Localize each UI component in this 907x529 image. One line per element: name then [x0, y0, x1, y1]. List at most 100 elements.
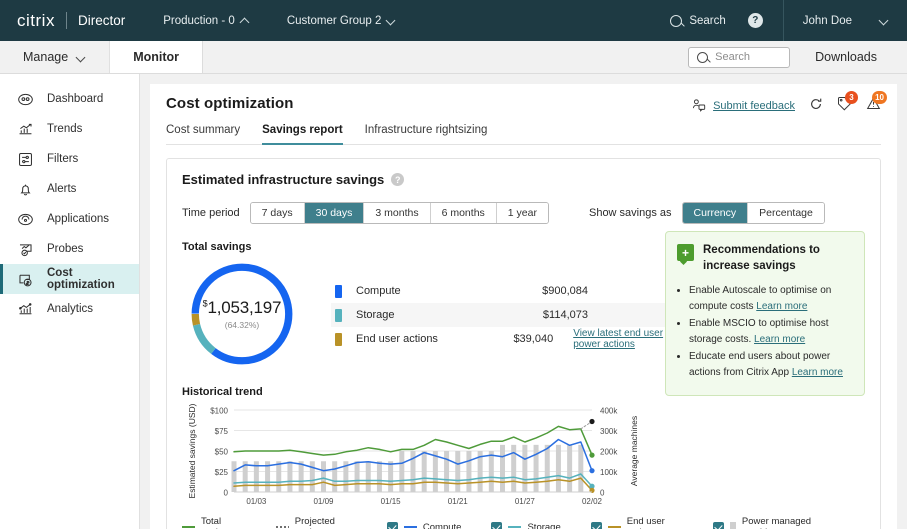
gauge-icon	[17, 91, 34, 108]
time-period-3-months[interactable]: 3 months	[364, 203, 430, 223]
legend-swatch-storage	[335, 309, 342, 322]
legend-swatch-end-user-actions	[335, 333, 342, 346]
time-period-6-months[interactable]: 6 months	[431, 203, 497, 223]
svg-text:02/02: 02/02	[582, 497, 603, 506]
learn-more-link[interactable]: Learn more	[792, 367, 843, 378]
sub-nav-bar: Manage Monitor Search Downloads	[0, 41, 907, 74]
savings-donut-chart: $1,053,197 (64.32%)	[187, 259, 297, 369]
learn-more-link[interactable]: Learn more	[754, 334, 805, 345]
recommendation-bulb-icon: +	[677, 244, 694, 261]
sub-nav-right: Search Downloads	[688, 41, 907, 73]
svg-text:0: 0	[224, 489, 229, 498]
view-power-actions-link[interactable]: View latest end user power actions	[573, 328, 669, 350]
sidebar-item-label: Analytics	[47, 303, 93, 315]
card-controls: Time period 7 days 30 days 3 months 6 mo…	[182, 202, 865, 224]
table-row: Compute $900,084	[331, 279, 686, 303]
search-input[interactable]: Search	[688, 47, 790, 68]
svg-text:01/27: 01/27	[515, 497, 536, 506]
legend-bar-icon	[730, 522, 736, 529]
time-period-30-days[interactable]: 30 days	[305, 203, 365, 223]
sidebar-item-dashboard[interactable]: Dashboard	[0, 84, 139, 114]
sidebar-item-filters[interactable]: Filters	[0, 144, 139, 174]
sidebar-item-cost-optimization[interactable]: Cost optimization	[0, 264, 139, 294]
global-search-label: Search	[689, 15, 725, 27]
show-savings-segmented-control: Currency Percentage	[682, 202, 825, 224]
time-period-segmented-control: 7 days 30 days 3 months 6 months 1 year	[250, 202, 549, 224]
svg-text:01/15: 01/15	[381, 497, 402, 506]
breakdown-value: $900,084	[496, 285, 588, 297]
sidebar-item-label: Filters	[47, 153, 78, 165]
savings-breakdown-table: Compute $900,084 Storage $114,073 End us…	[331, 279, 686, 369]
svg-text:200k: 200k	[600, 448, 618, 457]
legend-label: Total savings	[201, 516, 246, 529]
chevron-up-icon	[241, 16, 250, 25]
person-feedback-icon	[692, 98, 706, 115]
checkbox-icon[interactable]	[387, 522, 398, 529]
sidebar-item-probes[interactable]: Probes	[0, 234, 139, 264]
filters-icon	[17, 151, 34, 168]
checkbox-icon[interactable]	[713, 522, 724, 529]
body: Dashboard Trends Filters	[0, 74, 907, 529]
help-icon[interactable]: ?	[748, 13, 763, 28]
learn-more-link[interactable]: Learn more	[756, 301, 807, 312]
checkbox-icon[interactable]	[591, 522, 602, 529]
sidebar-item-alerts[interactable]: Alerts	[0, 174, 139, 204]
table-row: End user actions $39,040 View latest end…	[331, 327, 686, 351]
legend-end-user-actions[interactable]: End user actions	[591, 516, 683, 529]
global-search-button[interactable]: Search	[670, 15, 725, 27]
checkbox-icon[interactable]	[491, 522, 502, 529]
tag-notification-icon[interactable]: 3	[837, 96, 852, 116]
time-period-7-days[interactable]: 7 days	[251, 203, 305, 223]
show-savings-currency[interactable]: Currency	[683, 203, 749, 223]
legend-storage[interactable]: Storage	[491, 522, 560, 529]
submit-feedback-link[interactable]: Submit feedback	[692, 98, 795, 115]
time-period-1-year[interactable]: 1 year	[497, 203, 548, 223]
analytics-icon	[17, 301, 34, 318]
tab-monitor[interactable]: Monitor	[110, 41, 203, 73]
tab-manage[interactable]: Manage	[0, 41, 110, 73]
refresh-icon[interactable]	[809, 97, 823, 116]
alert-warning-icon[interactable]: 10	[866, 96, 881, 116]
chevron-down-icon	[387, 16, 396, 25]
breakdown-name: End user actions	[356, 333, 496, 345]
legend-power-managed-machines[interactable]: Power managed machines	[713, 516, 835, 529]
tab-cost-summary[interactable]: Cost summary	[166, 124, 240, 145]
legend-compute[interactable]: Compute	[387, 522, 462, 529]
customer-group-selector[interactable]: Customer Group 2	[287, 15, 397, 27]
legend-label: End user actions	[627, 516, 683, 529]
help-icon[interactable]: ?	[391, 173, 404, 186]
downloads-button[interactable]: Downloads	[795, 50, 897, 64]
svg-text:400k: 400k	[600, 407, 618, 416]
alert-badge-count: 10	[872, 91, 887, 104]
tab-manage-label: Manage	[23, 50, 68, 64]
site-selector[interactable]: Production - 0	[163, 15, 250, 27]
donut-svg	[187, 259, 297, 369]
customer-group-label: Customer Group 2	[287, 15, 382, 27]
legend-line-icon	[404, 526, 417, 528]
sidebar-item-trends[interactable]: Trends	[0, 114, 139, 144]
page-header-actions: Submit feedback 3	[692, 96, 881, 116]
sidebar-item-analytics[interactable]: Analytics	[0, 294, 139, 324]
citrix-logo: citrix	[17, 11, 55, 31]
time-period-label: Time period	[182, 207, 240, 219]
tab-savings-report[interactable]: Savings report	[262, 124, 343, 145]
legend-line-icon	[608, 526, 621, 528]
breakdown-value: $114,073	[496, 309, 588, 321]
card-title: Estimated infrastructure savings ?	[182, 172, 865, 187]
tag-badge-count: 3	[845, 91, 858, 104]
svg-text:$25: $25	[215, 468, 229, 477]
show-savings-percentage[interactable]: Percentage	[748, 203, 824, 223]
user-menu[interactable]: John Doe	[784, 15, 907, 27]
table-row: Storage $114,073	[331, 303, 686, 327]
sidebar-item-label: Trends	[47, 123, 82, 135]
sidebar-item-applications[interactable]: Applications	[0, 204, 139, 234]
legend-total-savings: Total savings	[182, 516, 246, 529]
recommendations-title: Recommendations to increase savings	[703, 243, 852, 274]
sidebar-item-label: Cost optimization	[47, 267, 139, 291]
tab-infrastructure-rightsizing[interactable]: Infrastructure rightsizing	[365, 124, 488, 145]
chevron-down-icon	[880, 16, 889, 25]
list-item: Enable Autoscale to optimise on compute …	[689, 283, 852, 314]
bell-icon	[17, 181, 34, 198]
svg-text:$75: $75	[215, 427, 229, 436]
breakdown-name: Compute	[356, 285, 496, 297]
